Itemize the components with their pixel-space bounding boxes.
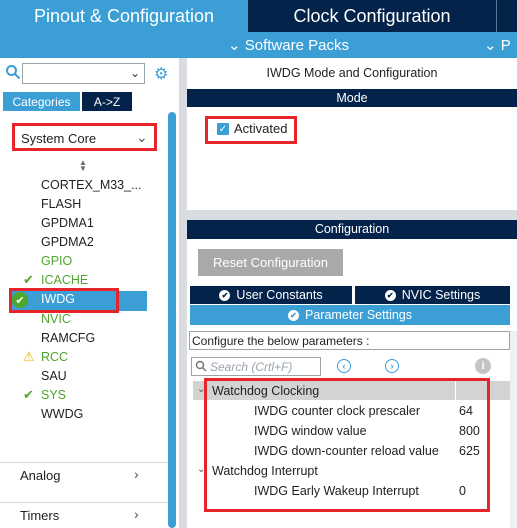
tab-pinout-configuration[interactable]: Pinout & Configuration xyxy=(0,0,248,32)
analog-label: Analog xyxy=(20,468,61,483)
reset-configuration-button[interactable]: Reset Configuration xyxy=(198,249,343,276)
highlight-iwdg xyxy=(9,288,119,313)
list-item-ramcfg[interactable]: RAMCFG xyxy=(41,331,95,348)
configure-parameters-label: Configure the below parameters : xyxy=(189,331,510,350)
pinout-menu[interactable]: ⌄ P xyxy=(484,36,511,54)
list-item-cortex[interactable]: CORTEX_M33_... xyxy=(41,178,142,195)
software-packs-menu[interactable]: ⌄ Software Packs xyxy=(228,36,349,54)
list-item-sys[interactable]: SYS xyxy=(41,388,66,405)
check-circle-icon: ✔ xyxy=(384,289,396,301)
system-core-category[interactable]: System Core ⌄ xyxy=(12,123,157,151)
software-packs-bar: ⌄ Software Packs ⌄ P xyxy=(0,32,517,58)
highlight-parameters xyxy=(204,378,490,512)
check-circle-icon: ✔ xyxy=(219,289,231,301)
list-item-flash[interactable]: FLASH xyxy=(41,197,81,214)
previous-result-icon[interactable]: ‹ xyxy=(337,359,351,373)
check-icon: ✔ xyxy=(23,387,34,402)
categories-button[interactable]: Categories xyxy=(3,92,80,111)
list-item-sau[interactable]: SAU xyxy=(41,369,67,386)
tab-nvic-settings[interactable]: ✔ NVIC Settings xyxy=(355,286,510,304)
section-separator xyxy=(187,210,517,220)
list-item-gpio[interactable]: GPIO xyxy=(41,254,72,271)
software-packs-label: Software Packs xyxy=(244,37,349,54)
info-icon[interactable]: i xyxy=(475,358,491,374)
panel-divider[interactable] xyxy=(180,58,187,528)
search-placeholder: Search (Crtl+F) xyxy=(210,360,293,374)
check-icon: ✔ xyxy=(23,272,34,287)
tab-overflow[interactable] xyxy=(496,0,517,32)
mode-title: IWDG Mode and Configuration xyxy=(266,66,438,80)
sort-icon[interactable]: ▲ ▼ xyxy=(79,159,87,173)
list-item-gpdma2[interactable]: GPDMA2 xyxy=(41,235,94,252)
next-result-icon[interactable]: › xyxy=(385,359,399,373)
chevron-down-icon: ⌄ xyxy=(129,66,140,80)
warning-icon: ⚠ xyxy=(23,349,35,364)
configuration-header: Configuration xyxy=(187,220,517,239)
chevron-right-icon: › xyxy=(134,506,139,522)
timers-label: Timers xyxy=(20,508,60,523)
system-core-label: System Core xyxy=(21,131,97,146)
chevron-down-icon: ⌄ xyxy=(136,129,148,145)
chevron-down-icon: ⌄ xyxy=(228,37,241,54)
search-icon xyxy=(195,360,207,372)
chevron-right-icon: › xyxy=(134,466,139,482)
right-scrollbar[interactable] xyxy=(510,331,517,528)
search-combobox[interactable]: ⌄ xyxy=(22,63,145,84)
chevron-down-icon: ⌄ xyxy=(484,37,497,54)
tab-user-constants[interactable]: ✔ User Constants xyxy=(190,286,352,304)
mode-header: Mode xyxy=(187,89,517,107)
timers-category[interactable]: Timers › xyxy=(0,502,168,528)
list-item-rcc[interactable]: RCC xyxy=(41,350,68,367)
check-circle-icon: ✔ xyxy=(288,309,299,321)
search-icon xyxy=(6,65,21,80)
left-scrollbar[interactable] xyxy=(168,112,176,528)
tab-parameter-settings-label: Parameter Settings xyxy=(305,308,412,322)
analog-category[interactable]: Analog › xyxy=(0,462,168,488)
list-item-nvic[interactable]: NVIC xyxy=(41,312,71,329)
tab-parameter-settings[interactable]: ✔ Parameter Settings xyxy=(190,305,510,325)
list-item-gpdma1[interactable]: GPDMA1 xyxy=(41,216,94,233)
parameter-search-input[interactable]: Search (Crtl+F) xyxy=(191,357,321,376)
list-item-wwdg[interactable]: WWDG xyxy=(41,407,83,424)
az-button[interactable]: A->Z xyxy=(82,92,132,111)
tab-nvic-settings-label: NVIC Settings xyxy=(401,288,481,302)
highlight-activated xyxy=(205,116,297,144)
pinout-menu-label: P xyxy=(500,37,511,54)
tab-clock-configuration[interactable]: Clock Configuration xyxy=(248,0,496,32)
tab-user-constants-label: User Constants xyxy=(236,288,323,302)
gear-icon[interactable]: ⚙ xyxy=(154,64,172,83)
